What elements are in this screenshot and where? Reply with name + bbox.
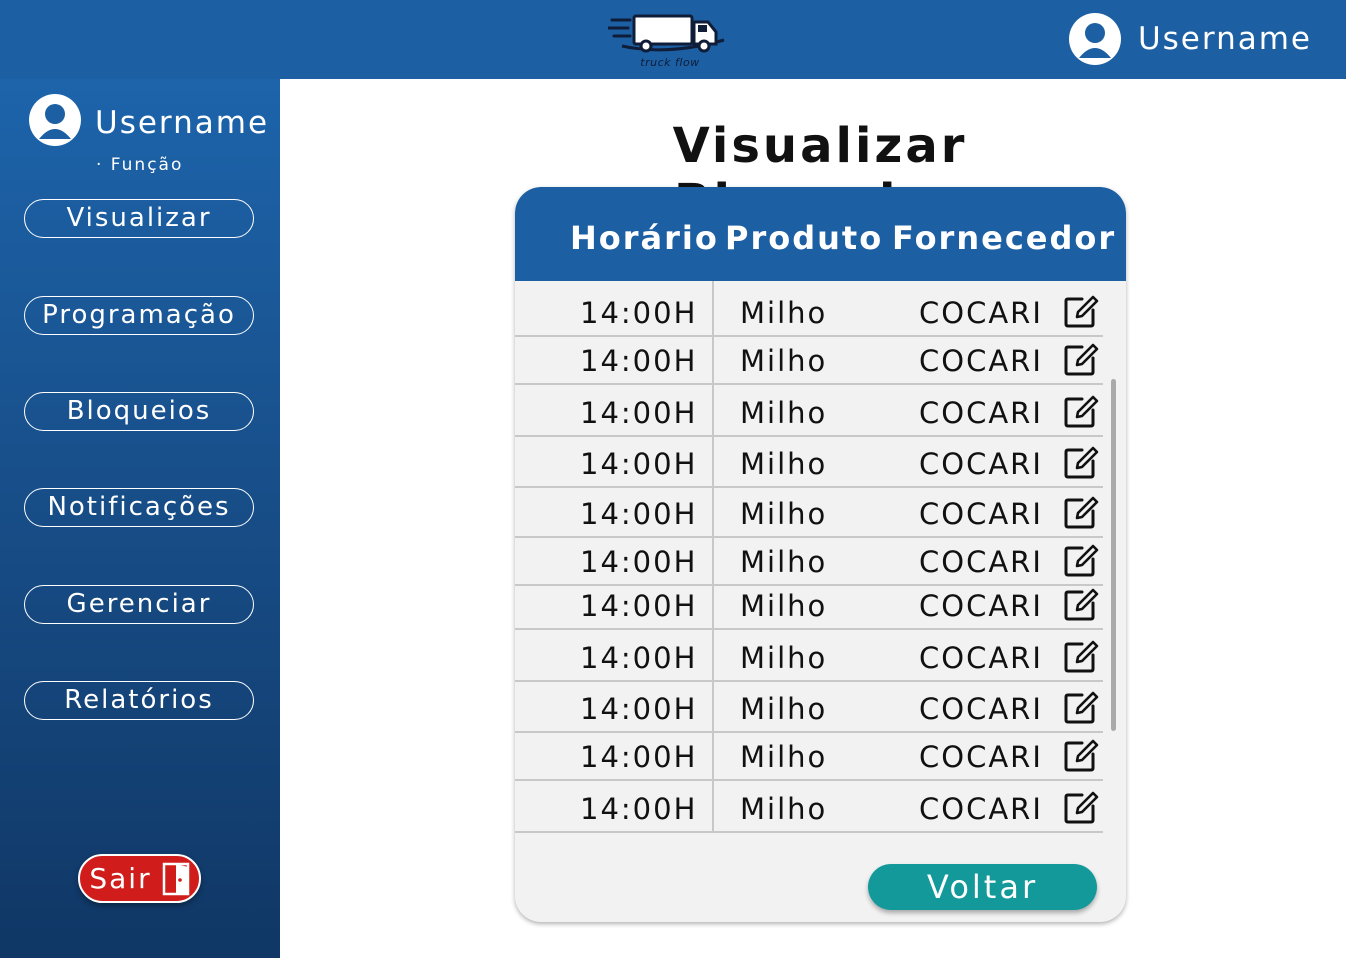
cell-fornecedor: COCARI xyxy=(919,497,1043,531)
cell-fornecedor: COCARI xyxy=(919,641,1043,675)
table-row: 14:00H Milho COCARI xyxy=(515,682,1103,733)
edit-icon[interactable] xyxy=(1063,542,1099,578)
header-username: Username xyxy=(1137,21,1312,57)
cell-horario: 14:00H xyxy=(580,447,698,481)
edit-icon[interactable] xyxy=(1063,444,1099,480)
cell-fornecedor: COCARI xyxy=(919,396,1043,430)
sidebar-role: · Função xyxy=(96,155,184,175)
cell-fornecedor: COCARI xyxy=(919,545,1043,579)
table-row: 14:00H Milho COCARI xyxy=(515,337,1103,385)
blocks-table-card: Horário Produto Fornecedor 14:00H Milho CO… xyxy=(515,187,1126,922)
table-row: 14:00H Milho COCARI xyxy=(515,586,1103,630)
cell-produto: Milho xyxy=(740,792,828,826)
cell-fornecedor: COCARI xyxy=(919,792,1043,826)
user-avatar-icon xyxy=(29,94,81,146)
edit-icon[interactable] xyxy=(1063,494,1099,530)
cell-produto: Milho xyxy=(740,447,828,481)
edit-icon[interactable] xyxy=(1063,789,1099,825)
cell-fornecedor: COCARI xyxy=(919,344,1043,378)
cell-horario: 14:00H xyxy=(580,545,698,579)
cell-horario: 14:00H xyxy=(580,792,698,826)
cell-produto: Milho xyxy=(740,589,828,623)
table-row: 14:00H Milho COCARI xyxy=(515,630,1103,682)
cell-horario: 14:00H xyxy=(580,296,698,330)
header-user[interactable]: Username xyxy=(1068,12,1312,66)
column-header-produto: Produto xyxy=(725,219,884,257)
user-avatar-icon xyxy=(1068,13,1121,65)
truck-icon xyxy=(606,14,725,53)
logout-label: Sair xyxy=(89,862,152,895)
cell-produto: Milho xyxy=(740,396,828,430)
cell-fornecedor: COCARI xyxy=(919,447,1043,481)
cell-produto: Milho xyxy=(740,296,828,330)
cell-fornecedor: COCARI xyxy=(919,740,1043,774)
edit-icon[interactable] xyxy=(1063,293,1099,329)
sidebar-item-visualizar[interactable]: Visualizar xyxy=(24,199,254,238)
sidebar-username: Username xyxy=(95,105,270,141)
table-row: 14:00H Milho COCARI xyxy=(515,733,1103,781)
cell-fornecedor: COCARI xyxy=(919,589,1043,623)
logo-text: truck flow xyxy=(640,56,700,69)
edit-icon[interactable] xyxy=(1063,638,1099,674)
table-row: 14:00H Milho COCARI xyxy=(515,538,1103,586)
sidebar-item-notificacoes[interactable]: Notificações xyxy=(24,488,254,527)
cell-produto: Milho xyxy=(740,692,828,726)
cell-horario: 14:00H xyxy=(580,740,698,774)
edit-icon[interactable] xyxy=(1063,341,1099,377)
sidebar-item-programacao[interactable]: Programação xyxy=(24,296,254,335)
cell-horario: 14:00H xyxy=(580,589,698,623)
top-bar: truck flow Username xyxy=(0,0,1346,79)
cell-horario: 14:00H xyxy=(580,497,698,531)
cell-produto: Milho xyxy=(740,641,828,675)
door-icon xyxy=(162,862,189,895)
table-row: 14:00H Milho COCARI xyxy=(515,385,1103,437)
cell-horario: 14:00H xyxy=(580,641,698,675)
table-scrollbar[interactable] xyxy=(1111,379,1116,731)
cell-produto: Milho xyxy=(740,344,828,378)
cell-fornecedor: COCARI xyxy=(919,692,1043,726)
sidebar-item-relatorios[interactable]: Relatórios xyxy=(24,681,254,720)
cell-produto: Milho xyxy=(740,740,828,774)
column-header-horario: Horário xyxy=(570,219,719,257)
logout-button[interactable]: Sair xyxy=(78,854,201,903)
column-divider xyxy=(712,281,714,833)
table-row: 14:00H Milho COCARI xyxy=(515,281,1103,337)
table-row: 14:00H Milho COCARI xyxy=(515,437,1103,488)
edit-icon[interactable] xyxy=(1063,737,1099,773)
sidebar-user[interactable]: Username · Função xyxy=(28,93,278,175)
cell-horario: 14:00H xyxy=(580,692,698,726)
table-header: Horário Produto Fornecedor xyxy=(515,187,1126,281)
table-row: 14:00H Milho COCARI xyxy=(515,488,1103,538)
edit-icon[interactable] xyxy=(1063,689,1099,725)
sidebar-item-bloqueios[interactable]: Bloqueios xyxy=(24,392,254,431)
back-button[interactable]: Voltar xyxy=(868,864,1097,910)
cell-produto: Milho xyxy=(740,545,828,579)
edit-icon[interactable] xyxy=(1063,393,1099,429)
cell-horario: 14:00H xyxy=(580,396,698,430)
table-row: 14:00H Milho COCARI xyxy=(515,781,1103,833)
column-header-fornecedor: Fornecedor xyxy=(892,219,1117,257)
edit-icon[interactable] xyxy=(1063,586,1099,622)
cell-horario: 14:00H xyxy=(580,344,698,378)
cell-fornecedor: COCARI xyxy=(919,296,1043,330)
truck-flow-logo[interactable]: truck flow xyxy=(606,10,732,74)
sidebar-item-gerenciar[interactable]: Gerenciar xyxy=(24,585,254,624)
sidebar: Username · Função Visualizar Programação… xyxy=(0,79,280,958)
table-body: 14:00H Milho COCARI 14:00H Milho COCARI 14:00H… xyxy=(515,281,1103,833)
cell-produto: Milho xyxy=(740,497,828,531)
